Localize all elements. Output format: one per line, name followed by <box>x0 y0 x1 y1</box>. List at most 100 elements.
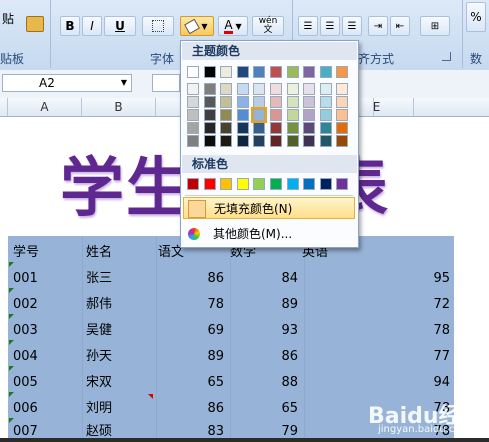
number-format-button[interactable]: % <box>466 2 486 32</box>
header-cell-id[interactable]: 学号 <box>13 244 39 262</box>
chevron-down-icon[interactable]: ▼ <box>121 75 127 91</box>
cell-name[interactable]: 张三 <box>86 270 112 288</box>
cell-english[interactable]: 77 <box>400 348 450 366</box>
cell-math[interactable]: 89 <box>252 296 298 314</box>
column-header-a[interactable]: A <box>8 98 82 116</box>
cell-english[interactable]: 78 <box>400 322 450 340</box>
theme-shade-swatch[interactable] <box>303 135 316 147</box>
theme-shade-swatch[interactable] <box>303 96 316 108</box>
theme-shade-swatch[interactable] <box>319 109 332 121</box>
theme-shade-swatch[interactable] <box>253 122 266 134</box>
theme-shade-swatch[interactable] <box>303 122 316 134</box>
merge-center-button[interactable]: ⊞ <box>420 16 450 36</box>
theme-shade-swatch[interactable] <box>303 109 316 121</box>
theme-color-swatch[interactable] <box>220 66 233 78</box>
theme-shade-swatch[interactable] <box>220 135 233 147</box>
theme-shade-swatch[interactable] <box>203 122 216 134</box>
theme-shade-swatch[interactable] <box>187 83 199 95</box>
cell-chinese[interactable]: 86 <box>180 270 224 288</box>
cell-chinese[interactable]: 65 <box>180 374 224 392</box>
standard-color-swatch[interactable] <box>270 178 282 190</box>
fill-color-button[interactable]: ▼ <box>180 16 214 36</box>
standard-color-swatch[interactable] <box>203 178 216 190</box>
paste-button[interactable]: 贴 <box>0 0 22 36</box>
no-fill-option[interactable]: 无填充颜色(N) <box>183 197 355 219</box>
font-color-button[interactable]: A ▼ <box>218 16 248 36</box>
cell-name[interactable]: 刘明 <box>86 400 112 418</box>
theme-shade-swatch[interactable] <box>203 135 216 147</box>
cell-chinese[interactable]: 78 <box>180 296 224 314</box>
theme-shade-swatch[interactable] <box>270 96 282 108</box>
theme-shade-swatch[interactable] <box>319 135 332 147</box>
cell-english[interactable]: 72 <box>400 296 450 314</box>
theme-shade-swatch[interactable] <box>286 83 299 95</box>
theme-shade-swatch[interactable] <box>220 109 233 121</box>
theme-shade-swatch[interactable] <box>236 135 249 147</box>
theme-shade-swatch[interactable] <box>286 122 299 134</box>
theme-shade-swatch[interactable] <box>286 135 299 147</box>
select-all-corner[interactable] <box>0 98 8 116</box>
cell-name[interactable]: 宋双 <box>86 374 112 392</box>
theme-shade-swatch[interactable] <box>319 96 332 108</box>
standard-color-swatch[interactable] <box>187 178 199 190</box>
theme-color-swatch[interactable] <box>187 66 199 78</box>
theme-shade-swatch[interactable] <box>236 83 249 95</box>
indent-button[interactable]: ⇥ <box>368 16 388 36</box>
phonetic-button[interactable]: wén 文 <box>252 16 284 36</box>
align-right-button[interactable]: ☰ <box>342 16 362 36</box>
cell-math[interactable]: 84 <box>252 270 298 288</box>
theme-shade-swatch[interactable] <box>236 109 249 121</box>
theme-shade-swatch[interactable] <box>187 96 199 108</box>
cell-id[interactable]: 001 <box>13 270 38 288</box>
standard-color-swatch[interactable] <box>220 178 233 190</box>
border-button[interactable] <box>142 16 174 36</box>
format-painter-icon[interactable] <box>26 16 44 32</box>
cell-chinese[interactable]: 69 <box>180 322 224 340</box>
theme-shade-swatch[interactable] <box>220 122 233 134</box>
cell-id[interactable]: 004 <box>13 348 38 366</box>
cell-name[interactable]: 吴健 <box>86 322 112 340</box>
bold-button[interactable]: B <box>60 16 80 36</box>
column-header-b[interactable]: B <box>82 98 156 116</box>
cell-chinese[interactable]: 86 <box>180 400 224 418</box>
theme-shade-swatch[interactable] <box>270 83 282 95</box>
theme-color-swatch[interactable] <box>270 66 282 78</box>
align-center-button[interactable]: ☰ <box>320 16 340 36</box>
theme-color-swatch[interactable] <box>303 66 316 78</box>
theme-shade-swatch[interactable] <box>303 83 316 95</box>
theme-shade-swatch[interactable] <box>336 83 349 95</box>
cell-english[interactable]: 95 <box>400 270 450 288</box>
theme-color-swatch[interactable] <box>336 66 349 78</box>
theme-color-swatch[interactable] <box>236 66 249 78</box>
formula-input[interactable] <box>152 74 180 92</box>
cell-id[interactable]: 006 <box>13 400 38 418</box>
theme-shade-swatch[interactable] <box>270 122 282 134</box>
theme-color-swatch[interactable] <box>286 66 299 78</box>
theme-shade-swatch[interactable] <box>203 109 216 121</box>
cell-name[interactable]: 郝伟 <box>86 296 112 314</box>
name-box[interactable]: A2 ▼ <box>2 74 132 92</box>
cell-math[interactable]: 86 <box>252 348 298 366</box>
theme-shade-swatch[interactable] <box>336 135 349 147</box>
theme-shade-swatch[interactable] <box>236 96 249 108</box>
theme-shade-swatch[interactable] <box>319 83 332 95</box>
more-colors-option[interactable]: 其他颜色(M)... <box>183 223 355 245</box>
cell-math[interactable]: 88 <box>252 374 298 392</box>
italic-button[interactable]: I <box>82 16 102 36</box>
theme-shade-swatch[interactable] <box>270 135 282 147</box>
theme-shade-swatch[interactable] <box>203 96 216 108</box>
theme-shade-swatch[interactable] <box>253 135 266 147</box>
theme-color-swatch[interactable] <box>253 66 266 78</box>
cell-english[interactable]: 94 <box>400 374 450 392</box>
cell-id[interactable]: 005 <box>13 374 38 392</box>
outdent-button[interactable]: ⇤ <box>390 16 410 36</box>
theme-shade-swatch[interactable] <box>187 135 199 147</box>
standard-color-swatch[interactable] <box>253 178 266 190</box>
theme-shade-swatch[interactable] <box>236 122 249 134</box>
header-cell-name[interactable]: 姓名 <box>86 244 112 262</box>
theme-shade-swatch[interactable] <box>203 83 216 95</box>
standard-color-swatch[interactable] <box>319 178 332 190</box>
alignment-launcher-icon[interactable] <box>442 52 451 61</box>
theme-shade-swatch[interactable] <box>187 122 199 134</box>
cell-id[interactable]: 003 <box>13 322 38 340</box>
